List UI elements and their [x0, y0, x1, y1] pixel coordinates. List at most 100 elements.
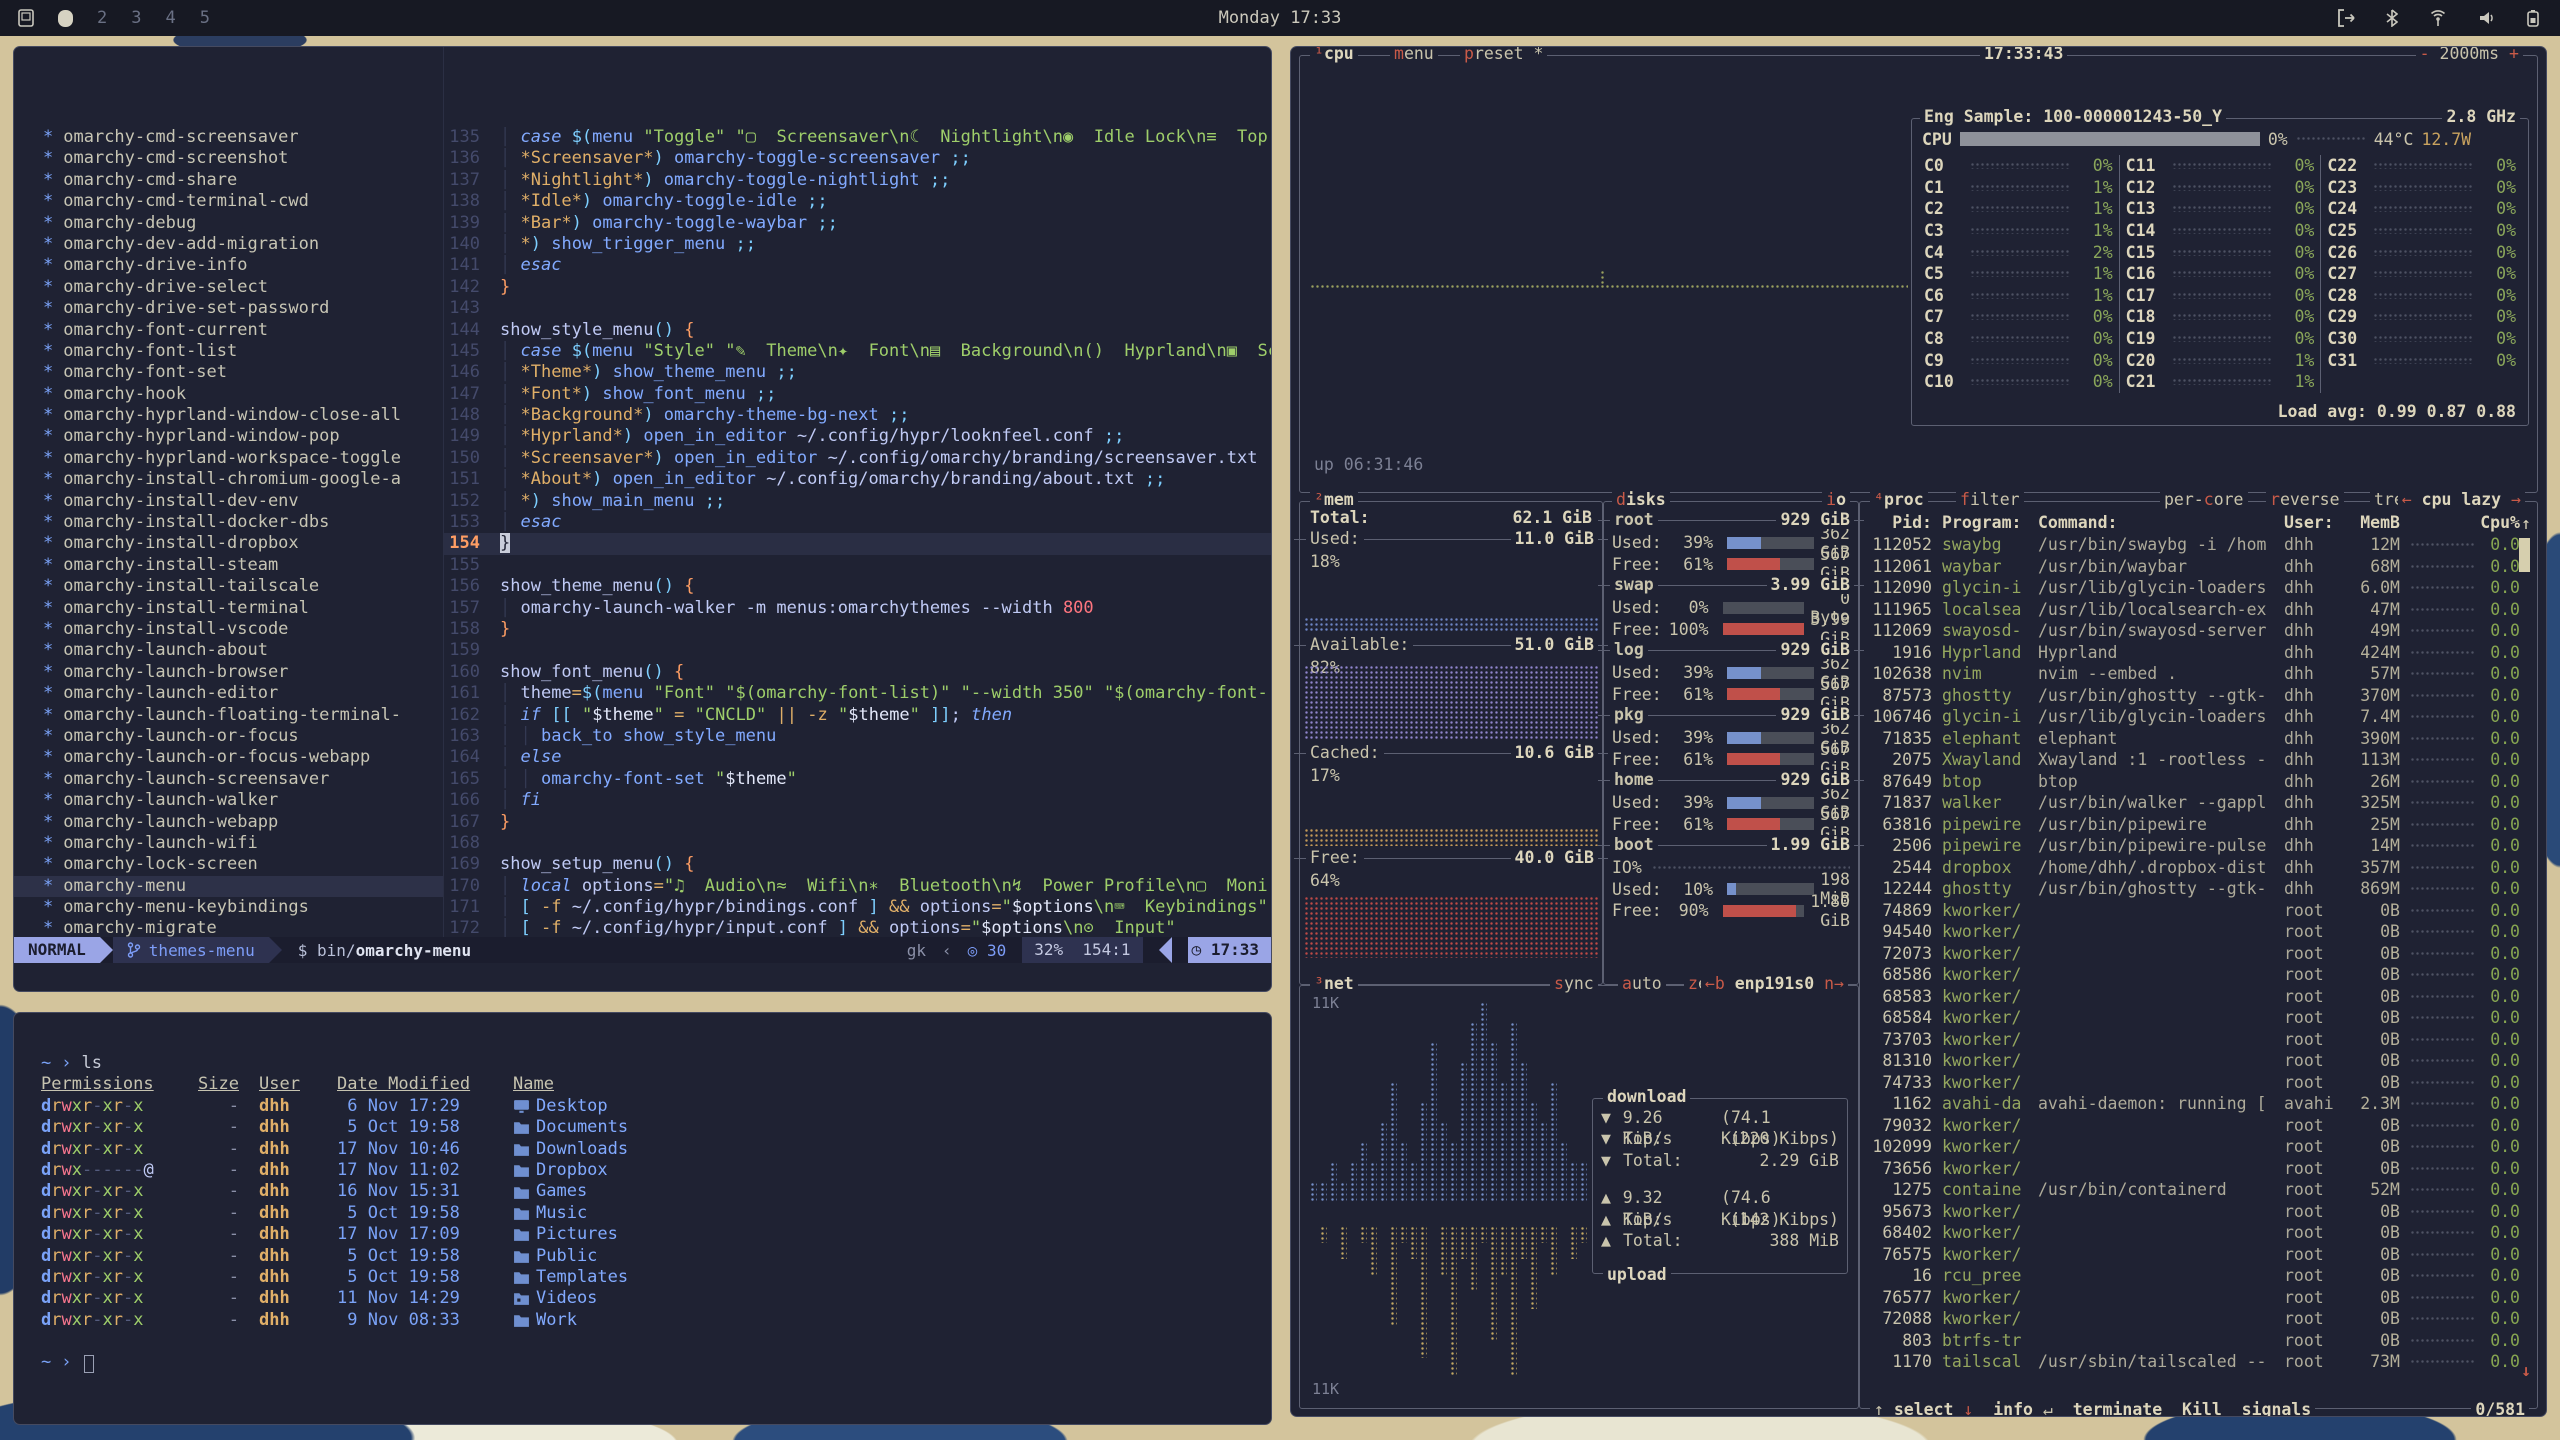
file-item[interactable]: *omarchy-font-list — [14, 341, 443, 362]
process-row[interactable]: 74869kworker/root0B0.0 — [1868, 900, 2529, 922]
mem-tab[interactable]: ²mem — [1310, 490, 1358, 510]
wifi-icon[interactable] — [2428, 9, 2448, 27]
logout-icon[interactable] — [2337, 9, 2356, 27]
workspace-button[interactable]: 3 — [131, 8, 141, 28]
workspace-button[interactable]: 4 — [166, 8, 176, 28]
file-item[interactable]: *omarchy-cmd-screensaver — [14, 127, 443, 148]
file-item[interactable]: *omarchy-drive-info — [14, 255, 443, 276]
file-item[interactable]: *omarchy-launch-walker — [14, 790, 443, 811]
process-row[interactable]: 1275containe/usr/bin/containerdroot52M0.… — [1868, 1179, 2529, 1201]
file-item[interactable]: *omarchy-launch-browser — [14, 662, 443, 683]
file-item[interactable]: *omarchy-install-steam — [14, 555, 443, 576]
scroll-up-icon[interactable]: ↑ — [2521, 514, 2531, 533]
file-item[interactable]: *omarchy-lock-screen — [14, 854, 443, 875]
bluetooth-icon[interactable] — [2386, 9, 2398, 27]
process-row[interactable]: 73656kworker/root0B0.0 — [1868, 1158, 2529, 1180]
process-row[interactable]: 71837walker/usr/bin/walker --gappldhh325… — [1868, 792, 2529, 814]
file-item[interactable]: *omarchy-install-docker-dbs — [14, 512, 443, 533]
proc-footer-hint[interactable]: ↑ select ↓ — [1874, 1400, 1973, 1417]
file-item[interactable]: *omarchy-cmd-terminal-cwd — [14, 191, 443, 212]
proc-header-mem[interactable]: MemB — [2344, 512, 2400, 534]
file-item[interactable]: *omarchy-drive-select — [14, 277, 443, 298]
proc-tab[interactable]: ⁴proc — [1870, 490, 1928, 510]
file-item[interactable]: *omarchy-install-dropbox — [14, 533, 443, 554]
scroll-down-icon[interactable]: ↓ — [2521, 1361, 2531, 1380]
process-row[interactable]: 71835elephantelephantdhh390M0.0 — [1868, 728, 2529, 750]
process-row[interactable]: 106746glycin-i/usr/lib/glycin-loadersdhh… — [1868, 706, 2529, 728]
process-row[interactable]: 72088kworker/root0B0.0 — [1868, 1308, 2529, 1330]
process-row[interactable]: 68402kworker/root0B0.0 — [1868, 1222, 2529, 1244]
net-auto-toggle[interactable]: auto — [1618, 974, 1666, 994]
process-row[interactable]: 94540kworker/root0B0.0 — [1868, 921, 2529, 943]
per-core-toggle[interactable]: per-core — [2160, 490, 2248, 510]
process-row[interactable]: 16rcu_preeroot0B0.0 — [1868, 1265, 2529, 1287]
process-row[interactable]: 87649btopbtopdhh26M0.0 — [1868, 771, 2529, 793]
process-row[interactable]: 112069swayosd-/usr/bin/swayosd-serverdhh… — [1868, 620, 2529, 642]
process-row[interactable]: 102638nvimnvim --embed .dhh57M0.0 — [1868, 663, 2529, 685]
proc-header-pid[interactable]: Pid: — [1868, 512, 1932, 534]
menu-button[interactable]: menu — [1390, 46, 1438, 64]
process-row[interactable]: 68584kworker/root0B0.0 — [1868, 1007, 2529, 1029]
workspace-button[interactable]: 2 — [97, 8, 107, 28]
net-sync-toggle[interactable]: sync — [1550, 974, 1598, 994]
process-row[interactable]: 803btrfs-trroot0B0.0 — [1868, 1330, 2529, 1352]
process-row[interactable]: 102099kworker/root0B0.0 — [1868, 1136, 2529, 1158]
file-item[interactable]: *omarchy-hyprland-window-pop — [14, 426, 443, 447]
file-item[interactable]: *omarchy-launch-wifi — [14, 833, 443, 854]
file-item[interactable]: *omarchy-menu — [14, 876, 443, 897]
file-item[interactable]: *omarchy-debug — [14, 213, 443, 234]
proc-footer-hint[interactable]: signals — [2242, 1400, 2312, 1417]
process-row[interactable]: 112061waybar/usr/bin/waybardhh68M0.0 — [1868, 556, 2529, 578]
io-toggle[interactable]: io — [1822, 490, 1850, 510]
proc-footer-hint[interactable]: terminate — [2073, 1400, 2162, 1417]
file-item[interactable]: *omarchy-install-terminal — [14, 598, 443, 619]
process-row[interactable]: 81310kworker/root0B0.0 — [1868, 1050, 2529, 1072]
proc-header-program[interactable]: Program: — [1942, 512, 2038, 534]
file-item[interactable]: *omarchy-cmd-screenshot — [14, 148, 443, 169]
file-item[interactable]: *omarchy-dev-add-migration — [14, 234, 443, 255]
process-row[interactable]: 112090glycin-i/usr/lib/glycin-loadersdhh… — [1868, 577, 2529, 599]
process-row[interactable]: 112052swaybg/usr/bin/swaybg -i /homdhh12… — [1868, 534, 2529, 556]
process-row[interactable]: 73703kworker/root0B0.0 — [1868, 1029, 2529, 1051]
process-row[interactable]: 95673kworker/root0B0.0 — [1868, 1201, 2529, 1223]
file-item[interactable]: *omarchy-launch-or-focus — [14, 726, 443, 747]
process-row[interactable]: 79032kworker/root0B0.0 — [1868, 1115, 2529, 1137]
file-item[interactable]: *omarchy-launch-or-focus-webapp — [14, 747, 443, 768]
process-row[interactable]: 2506pipewire/usr/bin/pipewire-pulsedhh14… — [1868, 835, 2529, 857]
process-row[interactable]: 76577kworker/root0B0.0 — [1868, 1287, 2529, 1309]
process-row[interactable]: 68586kworker/root0B0.0 — [1868, 964, 2529, 986]
process-row[interactable]: 63816pipewire/usr/bin/pipewiredhh25M0.0 — [1868, 814, 2529, 836]
file-item[interactable]: *omarchy-launch-webapp — [14, 812, 443, 833]
file-item[interactable]: *omarchy-launch-floating-terminal- — [14, 705, 443, 726]
update-interval-control[interactable]: - 2000ms + — [2416, 46, 2523, 64]
proc-footer-hint[interactable]: info ↵ — [1993, 1400, 2053, 1417]
process-row[interactable]: 12244ghostty/usr/bin/ghostty --gtk-dhh86… — [1868, 878, 2529, 900]
disks-tab[interactable]: disks — [1612, 490, 1670, 510]
proc-footer-hint[interactable]: Kill — [2182, 1400, 2222, 1417]
workspace-1-active[interactable] — [58, 10, 73, 27]
process-row[interactable]: 2544dropbox/home/dhh/.dropbox-distdhh357… — [1868, 857, 2529, 879]
file-item[interactable]: *omarchy-cmd-share — [14, 170, 443, 191]
file-item[interactable]: *omarchy-migrate — [14, 918, 443, 937]
cpu-tab[interactable]: ¹cpu — [1310, 46, 1358, 64]
file-item[interactable]: *omarchy-menu-keybindings — [14, 897, 443, 918]
reverse-toggle[interactable]: reverse — [2266, 490, 2344, 510]
net-interface-selector[interactable]: ←b enp191s0 n→ — [1701, 974, 1848, 994]
file-item[interactable]: *omarchy-install-tailscale — [14, 576, 443, 597]
file-item[interactable]: *omarchy-font-current — [14, 320, 443, 341]
file-item[interactable]: *omarchy-launch-about — [14, 640, 443, 661]
sort-column-selector[interactable]: ← cpu lazy → — [2398, 490, 2525, 510]
file-item[interactable]: *omarchy-install-chromium-google-a — [14, 469, 443, 490]
process-row[interactable]: 2075XwaylandXwayland :1 -rootless -dhh11… — [1868, 749, 2529, 771]
process-row[interactable]: 1916HyprlandHyprlanddhh424M0.0 — [1868, 642, 2529, 664]
filter-button[interactable]: filter — [1956, 490, 2024, 510]
proc-header-cpu[interactable]: Cpu% — [2480, 512, 2520, 534]
process-row[interactable]: 76575kworker/root0B0.0 — [1868, 1244, 2529, 1266]
scrollbar-thumb[interactable] — [2519, 538, 2530, 572]
workspace-button[interactable]: 5 — [200, 8, 210, 28]
file-item[interactable]: *omarchy-hyprland-workspace-toggle — [14, 448, 443, 469]
file-item[interactable]: *omarchy-launch-screensaver — [14, 769, 443, 790]
file-item[interactable]: *omarchy-install-vscode — [14, 619, 443, 640]
file-item[interactable]: *omarchy-launch-editor — [14, 683, 443, 704]
file-item[interactable]: *omarchy-hook — [14, 384, 443, 405]
